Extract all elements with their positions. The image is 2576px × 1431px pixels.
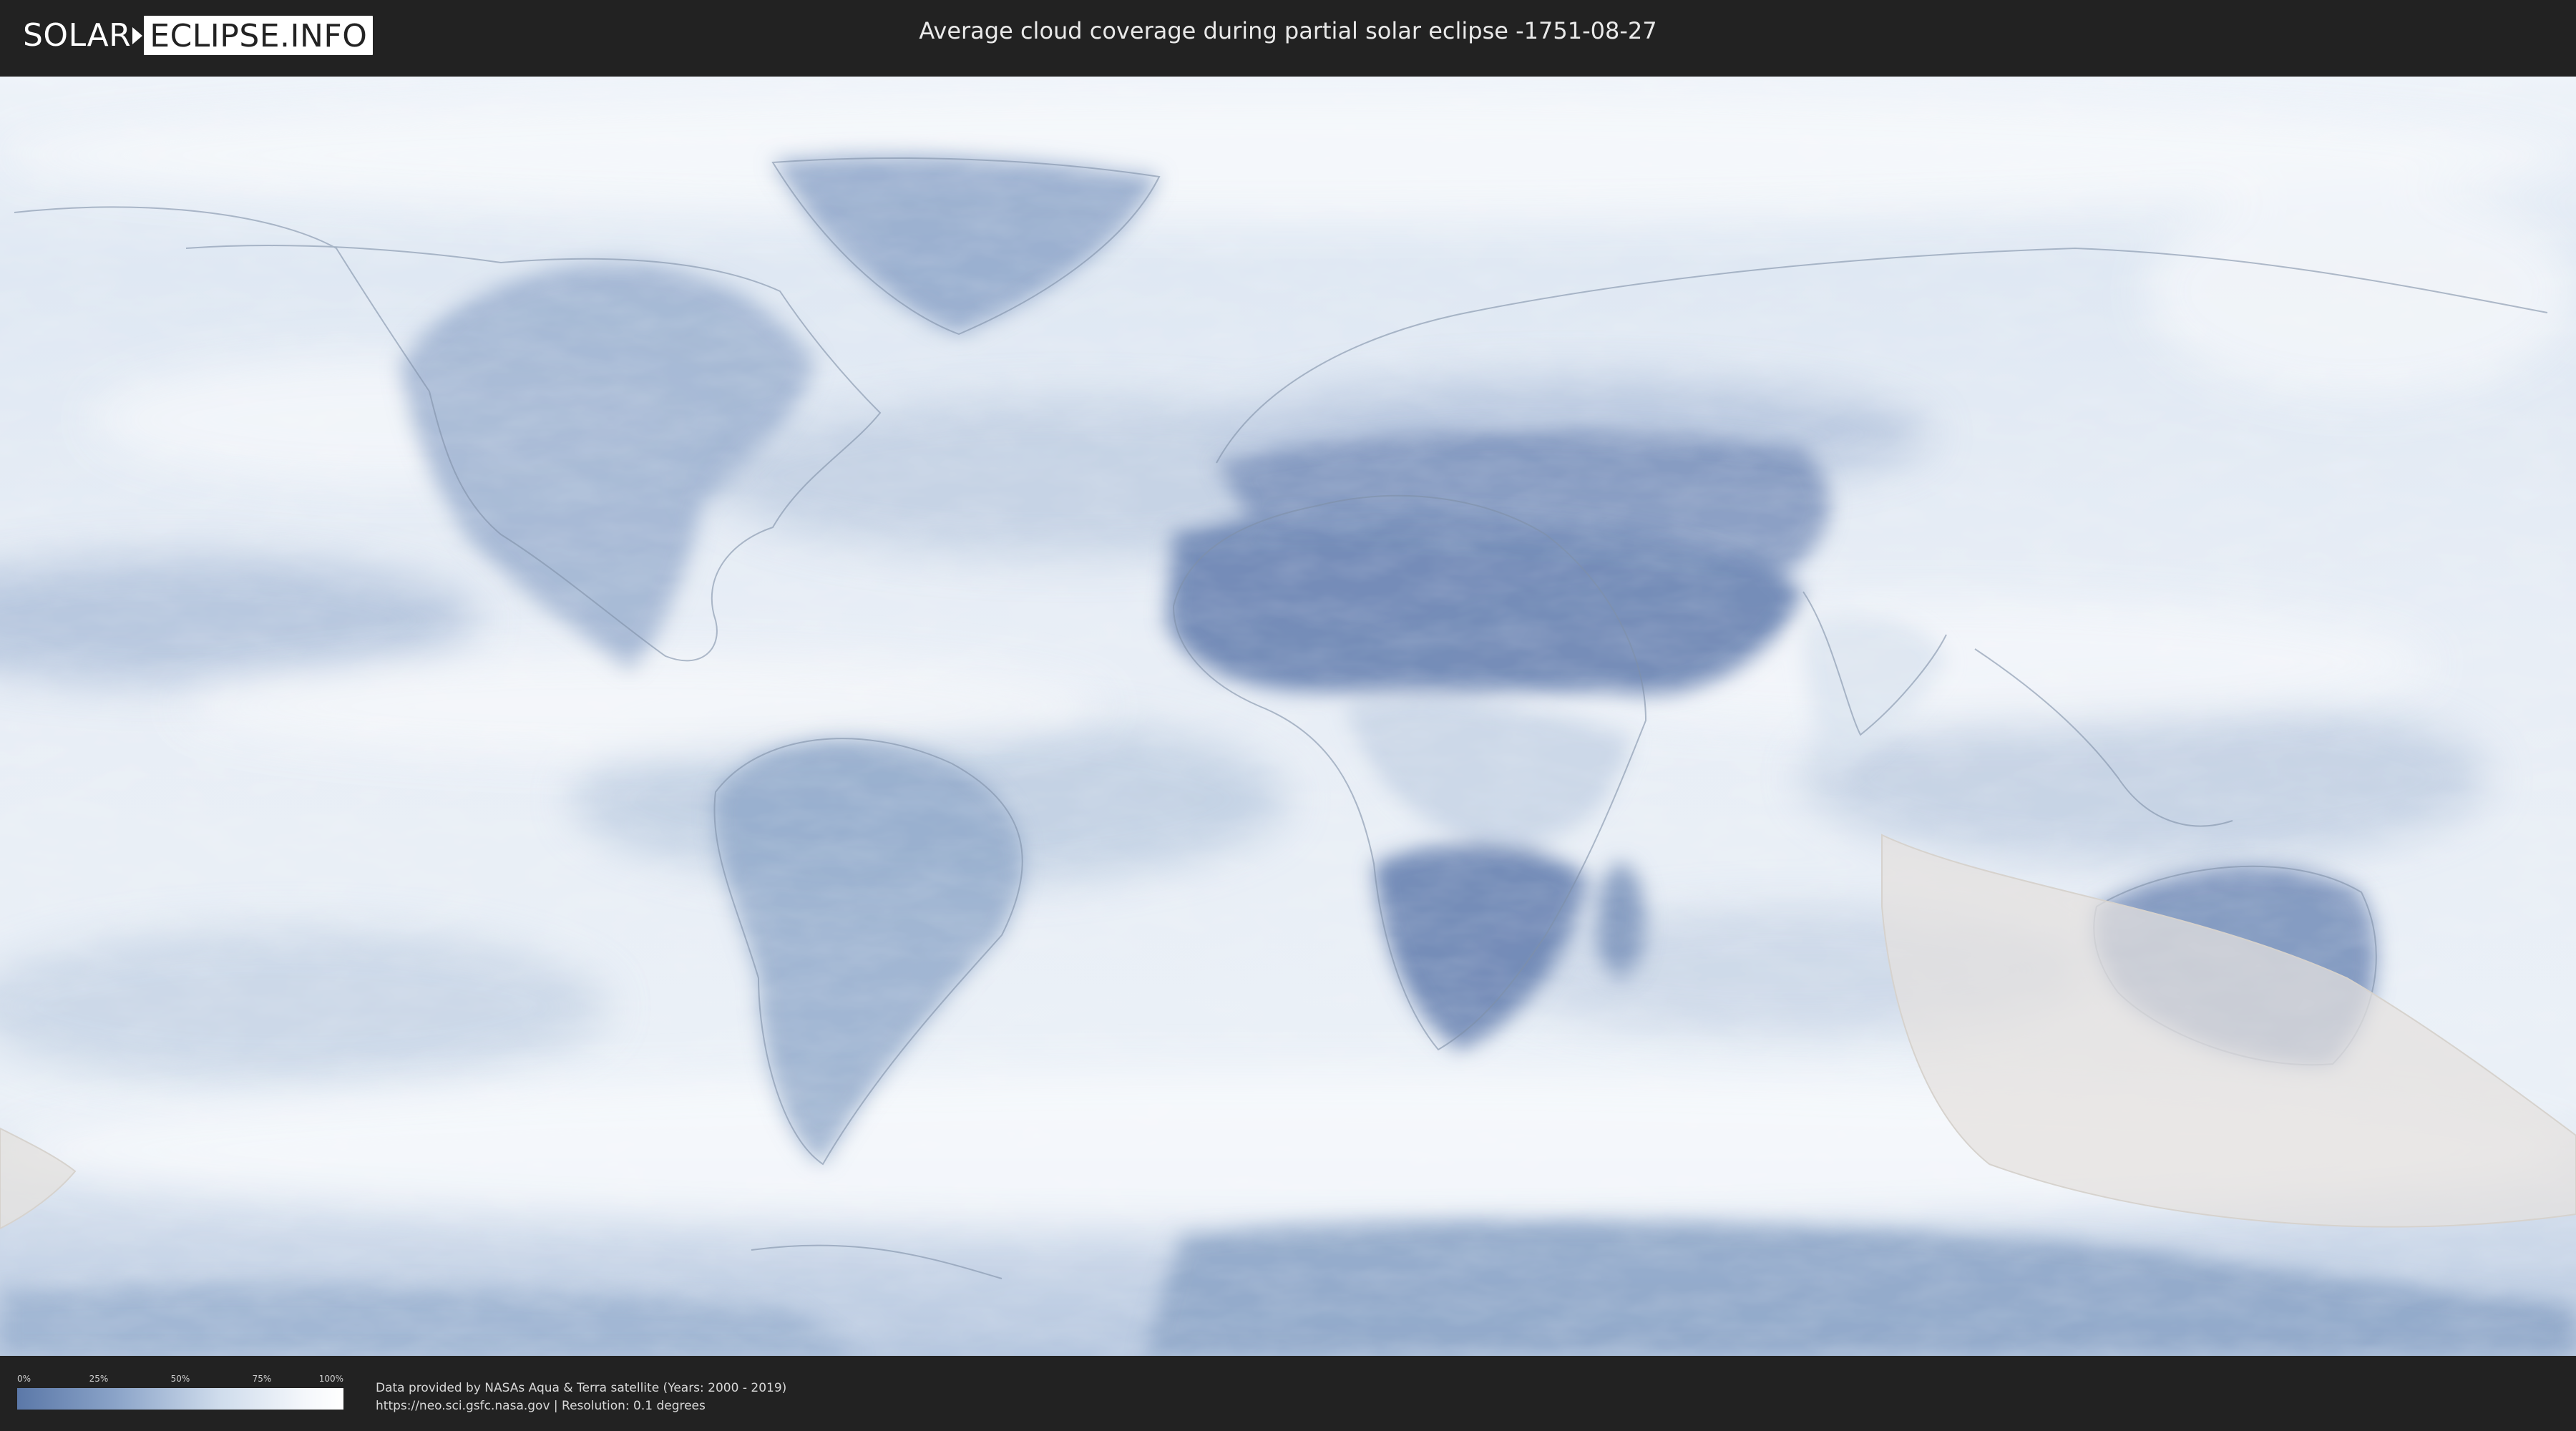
credit-line-url[interactable]: https://neo.sci.gsfc.nasa.gov | Resoluti… xyxy=(376,1397,786,1415)
header-bar: SOLAR ECLIPSE.INFO Average cloud coverag… xyxy=(0,0,2576,74)
cloud-coverage-legend: 0% 25% 50% 75% 100% xyxy=(17,1374,343,1410)
legend-tick-0: 0% xyxy=(17,1374,31,1384)
legend-gradient-bar xyxy=(17,1388,343,1410)
page-title: Average cloud coverage during partial so… xyxy=(919,17,1657,44)
legend-ticks: 0% 25% 50% 75% 100% xyxy=(17,1374,343,1388)
legend-tick-100: 100% xyxy=(318,1374,343,1384)
legend-tick-25: 25% xyxy=(89,1374,109,1384)
world-map-svg xyxy=(0,77,2576,1356)
cloud-coverage-map[interactable] xyxy=(0,77,2576,1356)
footer-bar: 0% 25% 50% 75% 100% Data provided by NAS… xyxy=(0,1358,2576,1431)
credit-line-source: Data provided by NASAs Aqua & Terra sate… xyxy=(376,1381,787,1395)
data-credits: Data provided by NASAs Aqua & Terra sate… xyxy=(376,1379,786,1415)
legend-tick-50: 50% xyxy=(170,1374,190,1384)
legend-tick-75: 75% xyxy=(252,1374,272,1384)
